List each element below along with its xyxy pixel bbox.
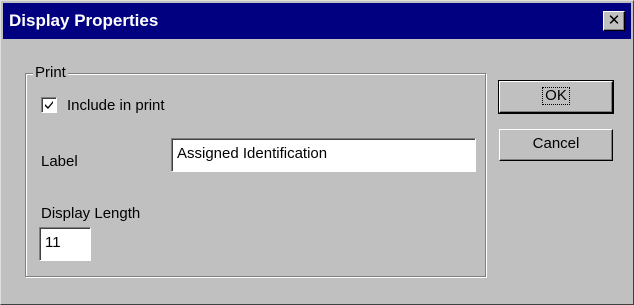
- label-input[interactable]: Assigned Identification: [171, 138, 476, 172]
- dialog-window: Display Properties ✕ Print Include in pr…: [0, 0, 634, 305]
- include-in-print-label[interactable]: Include in print: [67, 97, 165, 115]
- title-bar[interactable]: Display Properties ✕: [3, 3, 631, 39]
- close-icon: ✕: [607, 11, 621, 29]
- ok-button-label: OK: [542, 87, 570, 105]
- include-in-print-checkbox[interactable]: [41, 97, 57, 113]
- cancel-button-label: Cancel: [532, 135, 580, 152]
- label-field-label: Label: [41, 153, 78, 170]
- checkmark-icon: [45, 101, 53, 109]
- ok-button[interactable]: OK: [498, 80, 614, 114]
- print-group-legend: Print: [33, 64, 68, 82]
- close-button[interactable]: ✕: [603, 11, 625, 31]
- display-length-label: Display Length: [41, 205, 141, 222]
- display-length-input[interactable]: 11: [39, 227, 91, 261]
- cancel-button[interactable]: Cancel: [499, 129, 613, 161]
- window-title: Display Properties: [9, 11, 159, 30]
